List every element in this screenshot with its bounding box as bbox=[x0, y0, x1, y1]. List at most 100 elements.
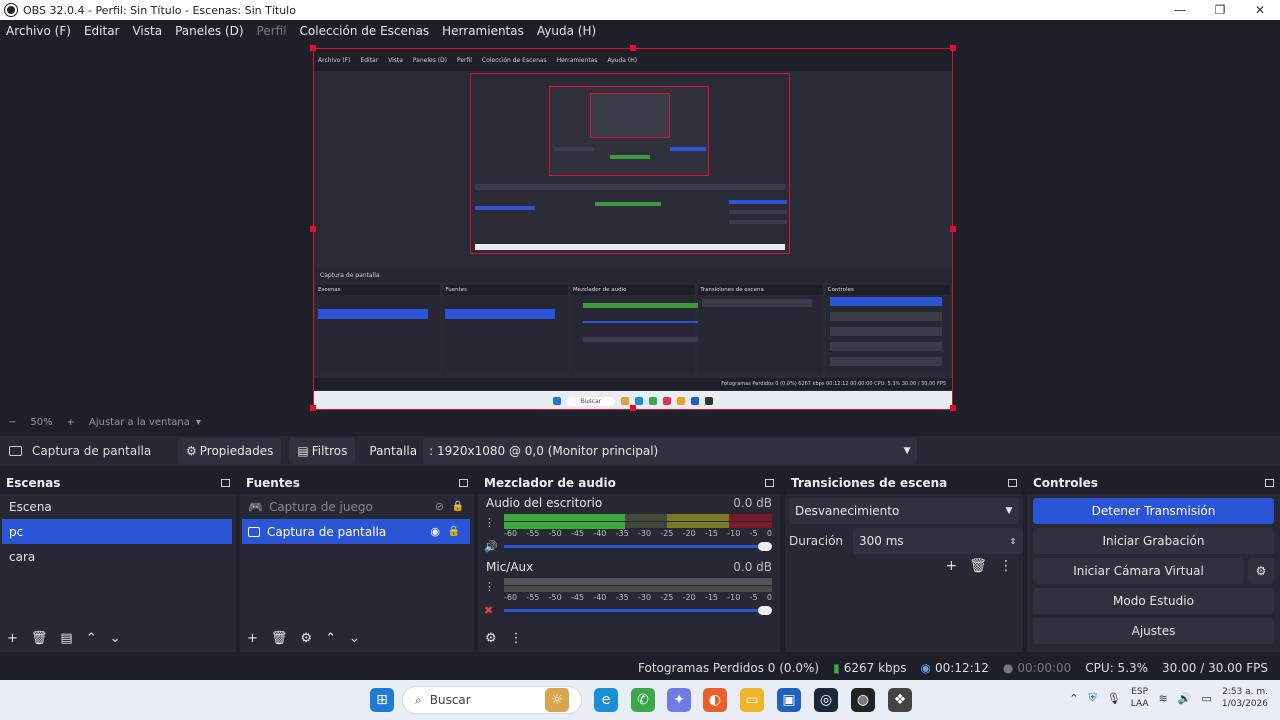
start-recording-button[interactable]: Iniciar Grabación bbox=[1033, 528, 1274, 554]
lock-icon[interactable]: 🔒 bbox=[448, 526, 460, 537]
volume-slider[interactable] bbox=[504, 606, 772, 615]
folder-icon[interactable]: ▭ bbox=[740, 688, 764, 712]
preview-canvas[interactable]: Archivo (F) Editar Vista Paneles (D) Per… bbox=[313, 48, 953, 410]
zoom-dropdown-icon[interactable]: ▾ bbox=[196, 417, 201, 428]
delete-transition-icon[interactable]: 🗑 bbox=[969, 558, 987, 574]
advanced-audio-icon[interactable]: ⚙ bbox=[485, 631, 497, 646]
virtual-camera-settings-icon[interactable]: ⚙ bbox=[1248, 558, 1274, 584]
source-item-screen-capture[interactable]: Captura de pantalla ◉ 🔒 bbox=[242, 519, 470, 544]
move-up-icon[interactable]: ⌃ bbox=[86, 631, 97, 646]
move-down-icon[interactable]: ⌄ bbox=[349, 631, 360, 646]
minimize-button[interactable]: — bbox=[1160, 0, 1200, 20]
eye-icon[interactable]: ◉ bbox=[430, 525, 440, 538]
nested-menu-bar: Archivo (F) Editar Vista Paneles (D) Per… bbox=[314, 49, 952, 71]
menu-ayuda[interactable]: Ayuda (H) bbox=[537, 24, 596, 38]
volume-icon[interactable]: 🔊 bbox=[1178, 692, 1192, 705]
menu-archivo[interactable]: Archivo (F) bbox=[6, 24, 71, 38]
float-dock-icon[interactable] bbox=[765, 479, 774, 487]
store-icon[interactable]: ▣ bbox=[777, 688, 801, 712]
scene-item-escena[interactable]: Escena bbox=[0, 494, 236, 519]
menu-perfil[interactable]: Perfil bbox=[257, 24, 287, 38]
menu-paneles[interactable]: Paneles (D) bbox=[175, 24, 243, 38]
resize-handle[interactable] bbox=[310, 405, 316, 411]
wifi-icon[interactable]: ≋ bbox=[1159, 692, 1168, 705]
add-source-icon[interactable]: + bbox=[247, 631, 258, 646]
more-vertical-icon[interactable]: ⋮ bbox=[484, 580, 495, 593]
clock[interactable]: 2:53 a. m. 1/03/2026 bbox=[1222, 686, 1268, 710]
steam-icon[interactable]: ◎ bbox=[814, 688, 838, 712]
start-virtual-camera-button[interactable]: Iniciar Cámara Virtual bbox=[1033, 558, 1244, 584]
resize-handle[interactable] bbox=[310, 45, 316, 51]
float-dock-icon[interactable] bbox=[459, 479, 468, 487]
move-up-icon[interactable]: ⌃ bbox=[325, 631, 336, 646]
mic-muted-icon[interactable]: ✖ bbox=[484, 604, 493, 617]
float-dock-icon[interactable] bbox=[221, 479, 230, 487]
lock-icon[interactable]: 🔒 bbox=[452, 501, 464, 512]
tick-label: -5 bbox=[749, 529, 758, 538]
studio-mode-button[interactable]: Modo Estudio bbox=[1033, 588, 1274, 614]
transition-select[interactable]: Desvanecimiento ▼ bbox=[789, 498, 1019, 524]
resize-handle[interactable] bbox=[950, 45, 956, 51]
float-dock-icon[interactable] bbox=[1008, 479, 1017, 487]
zoom-in-button[interactable]: + bbox=[67, 417, 75, 428]
maximize-button[interactable]: ❐ bbox=[1200, 0, 1240, 20]
copilot-icon[interactable]: ✦ bbox=[667, 688, 691, 712]
windows-start-icon[interactable]: ⊞ bbox=[370, 688, 394, 712]
zoom-fit-label[interactable]: Ajustar a la ventana bbox=[89, 417, 190, 428]
menu-herramientas[interactable]: Herramientas bbox=[442, 24, 524, 38]
slider-handle[interactable] bbox=[758, 542, 772, 551]
volume-slider[interactable] bbox=[504, 542, 772, 551]
mic-icon[interactable]: 🎙 bbox=[1107, 692, 1121, 705]
resize-handle[interactable] bbox=[950, 405, 956, 411]
float-dock-icon[interactable] bbox=[1265, 479, 1274, 487]
shield-icon[interactable]: ⛨ bbox=[1089, 691, 1097, 705]
dropped-frames: Fotogramas Perdidos 0 (0.0%) bbox=[638, 661, 820, 675]
edge-icon[interactable]: e bbox=[594, 688, 618, 712]
widgets-icon[interactable]: ☼ bbox=[545, 688, 569, 712]
speaker-icon[interactable]: 🔊 bbox=[484, 540, 498, 553]
settings-button[interactable]: Ajustes bbox=[1033, 618, 1274, 644]
menu-coleccion-escenas[interactable]: Colección de Escenas bbox=[300, 24, 430, 38]
whatsapp-icon[interactable]: ✆ bbox=[631, 688, 655, 712]
properties-button[interactable]: ⚙ Propiedades bbox=[178, 438, 282, 464]
more-vertical-icon[interactable]: ⋮ bbox=[510, 631, 523, 646]
menu-vista[interactable]: Vista bbox=[132, 24, 162, 38]
stop-stream-button[interactable]: Detener Transmisión bbox=[1033, 498, 1274, 524]
resize-handle[interactable] bbox=[310, 226, 316, 232]
nested-app-icon bbox=[663, 397, 672, 405]
add-transition-icon[interactable]: + bbox=[945, 558, 957, 574]
duration-input[interactable]: 300 ms ⇕ bbox=[853, 528, 1023, 554]
scene-item-cara[interactable]: cara bbox=[0, 544, 236, 569]
more-vertical-icon[interactable]: ⋮ bbox=[999, 558, 1013, 574]
duration-label: Duración bbox=[789, 534, 844, 548]
resize-handle[interactable] bbox=[630, 405, 636, 411]
scene-filters-icon[interactable]: ▤ bbox=[60, 631, 72, 646]
battery-icon[interactable]: ▭ bbox=[1201, 692, 1211, 705]
resize-handle[interactable] bbox=[630, 45, 636, 51]
close-button[interactable]: ✕ bbox=[1240, 0, 1280, 20]
menu-editar[interactable]: Editar bbox=[84, 24, 120, 38]
delete-scene-icon[interactable]: 🗑 bbox=[31, 631, 48, 646]
obs-icon[interactable]: ◍ bbox=[851, 688, 875, 712]
eye-hidden-icon[interactable]: ⊘ bbox=[435, 500, 444, 513]
language-indicator[interactable]: ESP LAA bbox=[1131, 686, 1149, 710]
stepper-icon[interactable]: ⇕ bbox=[1003, 528, 1023, 554]
audio-mixer-dock: Mezclador de audio Audio del escritorio … bbox=[478, 472, 780, 652]
scene-item-pc[interactable]: pc bbox=[2, 519, 232, 544]
preview-area[interactable]: Archivo (F) Editar Vista Paneles (D) Per… bbox=[0, 42, 1280, 412]
source-properties-icon[interactable]: ⚙ bbox=[300, 631, 312, 646]
app-icon[interactable]: ❖ bbox=[888, 688, 912, 712]
resize-handle[interactable] bbox=[950, 226, 956, 232]
add-scene-icon[interactable]: + bbox=[7, 631, 18, 646]
slider-handle[interactable] bbox=[758, 606, 772, 615]
filters-button[interactable]: ▤ Filtros bbox=[289, 438, 356, 464]
source-item-game-capture[interactable]: 🎮 Captura de juego ⊘ 🔒 bbox=[240, 494, 474, 519]
more-vertical-icon[interactable]: ⋮ bbox=[484, 516, 495, 529]
delete-source-icon[interactable]: 🗑 bbox=[271, 631, 288, 646]
firefox-icon[interactable]: ◐ bbox=[703, 688, 727, 712]
zoom-out-button[interactable]: − bbox=[8, 417, 16, 428]
chevron-up-icon[interactable]: ⌃ bbox=[1069, 692, 1078, 705]
display-select[interactable]: : 1920x1080 @ 0,0 (Monitor principal) ▼ bbox=[423, 438, 918, 464]
transition-toolbar: + 🗑 ⋮ bbox=[785, 558, 1023, 574]
move-down-icon[interactable]: ⌄ bbox=[110, 631, 121, 646]
